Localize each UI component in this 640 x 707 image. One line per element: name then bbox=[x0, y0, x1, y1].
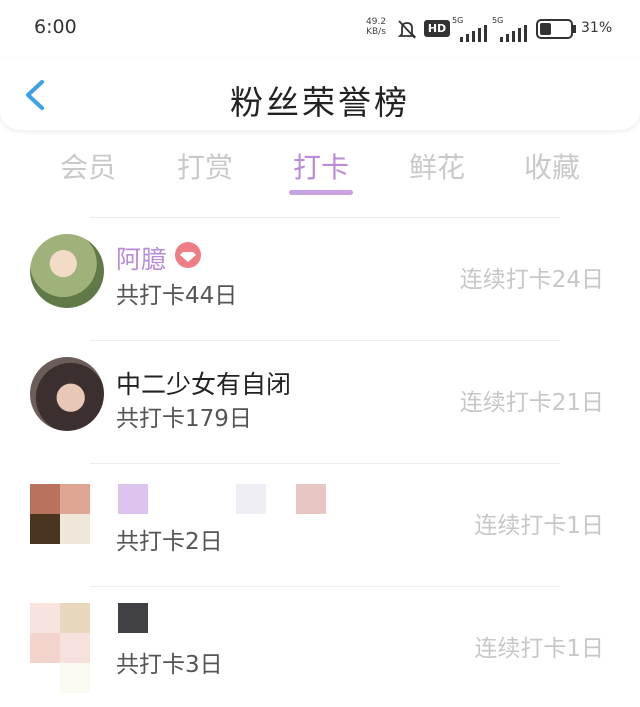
network-speed-unit: KB/s bbox=[366, 27, 386, 37]
signal-1-label: 5G bbox=[452, 16, 464, 25]
tab-reward[interactable]: 打赏 bbox=[150, 146, 260, 186]
user-name: 中二少女有自闭 bbox=[116, 370, 292, 399]
obscured-name-block bbox=[236, 484, 266, 514]
battery-percent: 31% bbox=[581, 20, 613, 36]
streak-checkin: 连续打卡1日 bbox=[474, 513, 604, 539]
tab-favorites[interactable]: 收藏 bbox=[497, 146, 607, 186]
tab-member[interactable]: 会员 bbox=[33, 146, 143, 186]
status-time: 6:00 bbox=[34, 16, 77, 38]
avatar bbox=[30, 484, 90, 544]
signal-2-label: 5G bbox=[492, 16, 504, 25]
page-title: 粉丝荣誉榜 bbox=[230, 83, 410, 122]
list-item[interactable]: 中二少女有自闭 共打卡179日 连续打卡21日 bbox=[0, 341, 640, 461]
avatar bbox=[30, 603, 90, 693]
tab-checkin[interactable]: 打卡 bbox=[266, 146, 376, 186]
streak-checkin: 连续打卡24日 bbox=[459, 267, 604, 293]
total-checkin: 共打卡44日 bbox=[116, 283, 238, 309]
obscured-name-block bbox=[296, 484, 326, 514]
avatar bbox=[30, 234, 104, 308]
vip-diamond-icon bbox=[175, 242, 201, 268]
status-bar: 6:00 49.2 KB/s HD 5G 5G 31% bbox=[0, 0, 640, 58]
network-speed: 49.2 KB/s bbox=[366, 17, 386, 37]
tab-bar: 会员 打赏 打卡 鲜花 收藏 bbox=[0, 138, 640, 200]
list-item[interactable]: 阿臆 共打卡44日 连续打卡24日 bbox=[0, 218, 640, 338]
avatar bbox=[30, 357, 104, 431]
active-tab-indicator bbox=[289, 190, 353, 195]
list-item[interactable]: 共打卡3日 连续打卡1日 bbox=[0, 587, 640, 707]
bell-muted-icon bbox=[397, 20, 417, 39]
streak-checkin: 连续打卡21日 bbox=[459, 390, 604, 416]
signal-icon-1: 5G bbox=[452, 17, 488, 47]
battery-icon bbox=[536, 19, 576, 39]
obscured-name-block bbox=[118, 484, 148, 514]
signal-icon-2: 5G bbox=[492, 17, 530, 47]
obscured-name-block bbox=[118, 603, 148, 633]
page-header: 粉丝荣誉榜 bbox=[0, 58, 640, 130]
total-checkin: 共打卡179日 bbox=[116, 406, 252, 432]
hd-badge: HD bbox=[424, 20, 450, 37]
list-item[interactable]: 共打卡2日 连续打卡1日 bbox=[0, 464, 640, 584]
total-checkin: 共打卡3日 bbox=[116, 652, 223, 678]
network-speed-value: 49.2 bbox=[366, 17, 387, 27]
tab-flowers[interactable]: 鲜花 bbox=[382, 146, 492, 186]
streak-checkin: 连续打卡1日 bbox=[474, 636, 604, 662]
total-checkin: 共打卡2日 bbox=[116, 529, 223, 555]
user-name: 阿臆 bbox=[116, 245, 167, 274]
